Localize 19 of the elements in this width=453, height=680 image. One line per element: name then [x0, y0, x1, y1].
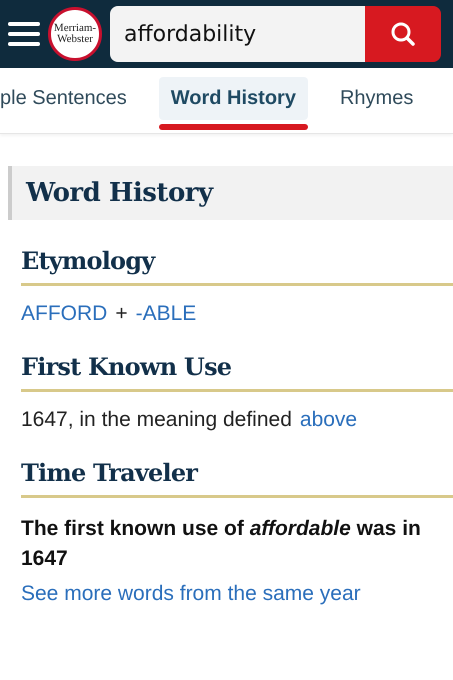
tab[interactable]: Rhymes — [328, 77, 426, 120]
logo[interactable]: Merriam- Webster — [48, 7, 102, 61]
section-title: Word History — [8, 166, 453, 220]
section-heading: Time Traveler — [21, 458, 453, 498]
search-button[interactable] — [365, 6, 441, 62]
tab[interactable]: ple Sentences — [0, 77, 139, 120]
text: + — [115, 302, 128, 326]
menu-icon[interactable] — [8, 21, 40, 47]
section-heading: Etymology — [21, 246, 453, 286]
link[interactable]: above — [300, 408, 358, 432]
text: 1647, in the meaning defined — [21, 408, 292, 432]
section-heading: First Known Use — [21, 352, 453, 392]
link[interactable]: See more words from the same year — [21, 582, 453, 606]
link[interactable]: AFFORD — [21, 302, 108, 326]
sentence: The first known use of affordable was in 1647 — [21, 516, 422, 572]
search-icon — [390, 21, 416, 47]
link[interactable]: -ABLE — [136, 302, 196, 326]
tab[interactable]: Word History — [158, 77, 308, 120]
search-field[interactable]: affordability — [110, 6, 365, 62]
